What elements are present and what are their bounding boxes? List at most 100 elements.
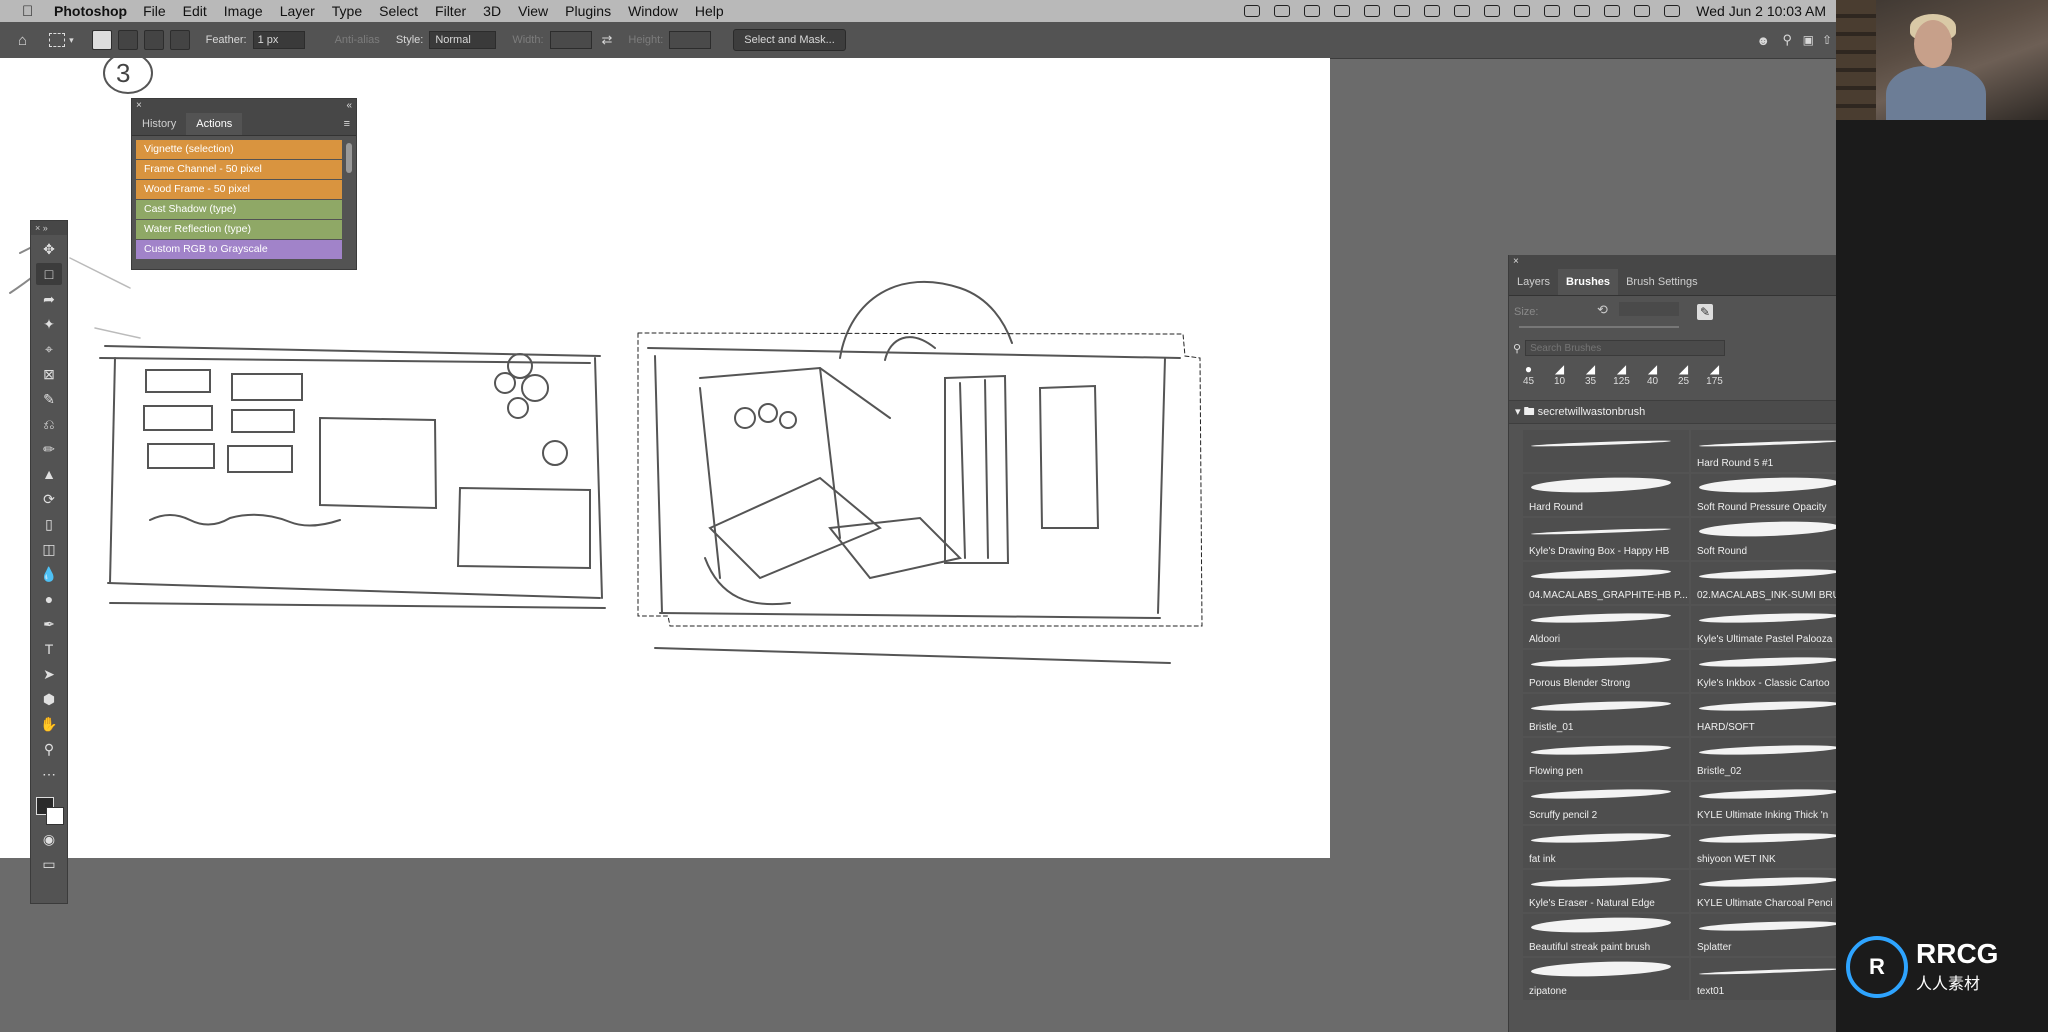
shield-icon[interactable] [1364,5,1381,17]
volume-icon[interactable] [1394,5,1411,17]
brush-preset[interactable]: Hard Round [1523,474,1689,516]
menu-3d[interactable]: 3D [483,3,501,19]
more-tools-icon[interactable]: ⋯ [36,763,62,785]
swap-icon[interactable]: ⇄ [602,32,613,48]
brush-preset[interactable]: Porous Blender Strong [1523,650,1689,692]
creative-cloud-icon[interactable] [1274,5,1291,17]
healing-brush-tool-icon[interactable]: ⎌ [36,413,62,435]
tools-panel-header[interactable]: × » [31,221,67,235]
screen-mode-icon[interactable]: ▭ [36,853,62,875]
action-item[interactable]: Cast Shadow (type) [136,200,342,219]
action-item[interactable]: Water Reflection (type) [136,220,342,239]
brush-preset[interactable]: zipatone [1523,958,1689,1000]
tab-layers[interactable]: Layers [1509,269,1558,295]
tab-actions[interactable]: Actions [186,113,243,135]
menu-layer[interactable]: Layer [280,3,315,19]
recent-brush-preset[interactable]: ◢ 125 [1606,362,1637,394]
brush-preset[interactable]: 04.MACALABS_GRAPHITE-HB P... [1523,562,1689,604]
feather-input[interactable]: 1 px [252,31,305,49]
menu-select[interactable]: Select [379,3,418,19]
app-menu[interactable]: Photoshop [54,3,127,19]
brush-preset[interactable]: shiyoon WET INK [1691,826,1837,868]
eject-icon[interactable] [1574,5,1591,17]
width-input[interactable] [549,31,592,49]
brush-preset[interactable]: KYLE Ultimate Inking Thick 'n [1691,782,1837,824]
height-input[interactable] [669,31,712,49]
brushes-panel-header[interactable]: × [1509,255,1837,269]
brush-preset[interactable]: Scruffy pencil 2 [1523,782,1689,824]
close-icon[interactable]: × [1509,256,1519,267]
sync-icon[interactable] [1334,5,1351,17]
quick-mask-icon[interactable]: ◉ [36,828,62,850]
collapse-icon[interactable]: « [346,99,352,113]
brush-preset[interactable] [1523,430,1689,472]
brush-preset[interactable]: HARD/SOFT [1691,694,1837,736]
display-icon[interactable] [1304,5,1321,17]
zoom-tool-icon[interactable]: ⚲ [36,738,62,760]
menu-filter[interactable]: Filter [435,3,466,19]
move-tool-icon[interactable]: ✥ [36,238,62,260]
menu-image[interactable]: Image [224,3,263,19]
dodge-tool-icon[interactable]: ● [36,588,62,610]
brush-preset[interactable]: text01 [1691,958,1837,1000]
actions-scrollbar[interactable] [346,143,352,173]
menubar-clock[interactable]: Wed Jun 2 10:03 AM [1696,3,1826,19]
search-icon[interactable] [1634,5,1651,17]
action-item[interactable]: Frame Channel - 50 pixel [136,160,342,179]
brush-preset[interactable]: Kyle's Ultimate Pastel Palooza [1691,606,1837,648]
action-item[interactable]: Wood Frame - 50 pixel [136,180,342,199]
menu-plugins[interactable]: Plugins [565,3,611,19]
magic-wand-tool-icon[interactable]: ✦ [36,313,62,335]
brush-preset[interactable]: Aldoori [1523,606,1689,648]
add-selection-icon[interactable] [117,30,138,50]
brush-preset[interactable]: Splatter [1691,914,1837,956]
brush-preset[interactable]: Bristle_01 [1523,694,1689,736]
brush-preset[interactable]: Kyle's Inkbox - Classic Cartoo [1691,650,1837,692]
home-icon[interactable]: ⌂ [18,32,27,49]
menu-edit[interactable]: Edit [183,3,207,19]
hand-tool-icon[interactable]: ✋ [36,713,62,735]
wifi-icon[interactable] [1424,5,1441,17]
color-swatches[interactable] [34,795,64,825]
recent-brush-preset[interactable]: ◢ 175 [1699,362,1730,394]
style-select[interactable]: Normal [429,31,497,49]
size-slider[interactable] [1519,326,1679,328]
brush-preset[interactable]: Hard Round 5 #1 [1691,430,1837,472]
size-input[interactable] [1619,302,1679,316]
brush-preset[interactable]: Kyle's Eraser - Natural Edge [1523,870,1689,912]
frame-tool-icon[interactable]: ⊠ [36,363,62,385]
search-brushes-input[interactable] [1525,340,1726,356]
recent-brush-preset[interactable]: ◢ 35 [1575,362,1606,394]
apple-menu-icon[interactable]:  [22,3,44,20]
share-icon[interactable]: ⇧ [1822,33,1832,47]
menu-file[interactable]: File [143,3,166,19]
clock-icon[interactable] [1544,5,1561,17]
stamp-tool-icon[interactable]: ▲ [36,463,62,485]
panel-menu-icon[interactable]: ≡ [344,113,356,135]
antialias-checkbox[interactable]: Anti-alias [335,34,380,46]
background-color-swatch[interactable] [46,807,64,825]
eraser-tool-icon[interactable]: ▯ [36,513,62,535]
brush-preset[interactable]: Beautiful streak paint brush [1523,914,1689,956]
workspace-icon[interactable]: ▣ [1803,33,1814,47]
menu-view[interactable]: View [518,3,548,19]
path-selection-tool-icon[interactable]: ➤ [36,663,62,685]
search-icon[interactable]: ⚲ [1782,32,1792,48]
select-and-mask-button[interactable]: Select and Mask... [733,29,846,51]
brush-preset[interactable]: 02.MACALABS_INK-SUMI BRU [1691,562,1837,604]
recent-brush-preset[interactable]: ◢ 25 [1668,362,1699,394]
reset-icon[interactable]: ⟲ [1597,302,1608,318]
crop-tool-icon[interactable]: ⌖ [36,338,62,360]
intersect-selection-icon[interactable] [169,30,190,50]
marquee-tool-icon[interactable] [49,33,66,47]
close-icon[interactable]: × [136,99,142,113]
new-brush-icon[interactable]: ✎ [1697,304,1713,320]
menu-type[interactable]: Type [332,3,362,19]
type-tool-icon[interactable]: T [36,638,62,660]
menu-window[interactable]: Window [628,3,678,19]
brush-preset[interactable]: Kyle's Drawing Box - Happy HB [1523,518,1689,560]
actions-panel-header[interactable]: × « [132,99,356,113]
subtract-selection-icon[interactable] [143,30,164,50]
blur-tool-icon[interactable]: 💧 [36,563,62,585]
brush-preset[interactable]: Flowing pen [1523,738,1689,780]
